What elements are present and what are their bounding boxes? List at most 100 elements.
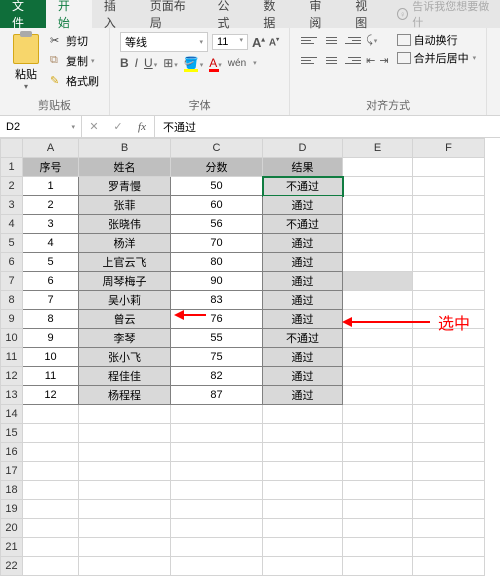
cell[interactable] xyxy=(263,538,343,557)
cell[interactable] xyxy=(263,462,343,481)
row-header-18[interactable]: 18 xyxy=(1,481,23,500)
row-header-8[interactable]: 8 xyxy=(1,291,23,310)
cell[interactable] xyxy=(79,519,171,538)
col-header-D[interactable]: D xyxy=(263,139,343,158)
cell[interactable]: 90 xyxy=(171,272,263,291)
cell[interactable] xyxy=(343,329,413,348)
tab-file[interactable]: 文件 xyxy=(0,0,46,28)
cell[interactable] xyxy=(79,538,171,557)
cell[interactable]: 通过 xyxy=(263,310,343,329)
wrap-text-button[interactable]: 自动换行 xyxy=(397,32,477,48)
row-header-3[interactable]: 3 xyxy=(1,196,23,215)
cell[interactable] xyxy=(263,443,343,462)
row-header-15[interactable]: 15 xyxy=(1,424,23,443)
cell[interactable] xyxy=(343,424,413,443)
cell[interactable]: 结果 xyxy=(263,158,343,177)
row-header-10[interactable]: 10 xyxy=(1,329,23,348)
row-header-9[interactable]: 9 xyxy=(1,310,23,329)
row-header-1[interactable]: 1 xyxy=(1,158,23,177)
tell-me[interactable]: ♀ 告诉我您想要做什 xyxy=(389,0,500,28)
cell[interactable] xyxy=(79,462,171,481)
font-color-button[interactable]: A▾ xyxy=(209,56,222,70)
cell[interactable] xyxy=(171,481,263,500)
cell[interactable]: 80 xyxy=(171,253,263,272)
name-box[interactable]: D2 ▾ xyxy=(0,116,82,137)
cell[interactable]: 12 xyxy=(23,386,79,405)
cell[interactable] xyxy=(343,481,413,500)
cell[interactable]: 不通过 xyxy=(263,177,343,196)
row-header-14[interactable]: 14 xyxy=(1,405,23,424)
align-middle-button[interactable] xyxy=(322,32,340,48)
cell[interactable]: 姓名 xyxy=(79,158,171,177)
cell[interactable] xyxy=(343,462,413,481)
cell[interactable]: 通过 xyxy=(263,386,343,405)
cell[interactable]: 87 xyxy=(171,386,263,405)
cell[interactable]: 7 xyxy=(23,291,79,310)
cell[interactable]: 通过 xyxy=(263,234,343,253)
cell[interactable]: 程佳佳 xyxy=(79,367,171,386)
cell[interactable]: 通过 xyxy=(263,367,343,386)
formula-input[interactable]: 不通过 xyxy=(155,116,500,137)
cell[interactable] xyxy=(23,500,79,519)
cell[interactable]: 11 xyxy=(23,367,79,386)
format-painter-button[interactable]: ✎ 格式刷 xyxy=(48,72,101,90)
font-size-select[interactable]: 11 ▾ xyxy=(212,34,248,50)
tab-home[interactable]: 开始 xyxy=(46,0,92,28)
cell[interactable]: 55 xyxy=(171,329,263,348)
select-all-corner[interactable] xyxy=(1,139,23,158)
col-header-C[interactable]: C xyxy=(171,139,263,158)
cancel-button[interactable]: ✕ xyxy=(82,116,106,137)
cell[interactable]: 序号 xyxy=(23,158,79,177)
cell[interactable]: 通过 xyxy=(263,272,343,291)
cell[interactable] xyxy=(413,291,485,310)
cell[interactable] xyxy=(263,500,343,519)
cell[interactable] xyxy=(413,500,485,519)
cell[interactable]: 张菲 xyxy=(79,196,171,215)
cell[interactable] xyxy=(413,158,485,177)
cell[interactable]: 罗青慢 xyxy=(79,177,171,196)
fx-button[interactable]: fx xyxy=(130,116,154,137)
row-header-11[interactable]: 11 xyxy=(1,348,23,367)
cell[interactable]: 杨程程 xyxy=(79,386,171,405)
cell[interactable]: 通过 xyxy=(263,348,343,367)
indent-decrease-button[interactable]: ⇤ xyxy=(366,54,375,67)
cell[interactable] xyxy=(413,405,485,424)
cell[interactable] xyxy=(23,538,79,557)
cell[interactable]: 4 xyxy=(23,234,79,253)
row-header-6[interactable]: 6 xyxy=(1,253,23,272)
cell[interactable] xyxy=(413,196,485,215)
cell[interactable] xyxy=(343,215,413,234)
italic-button[interactable]: I xyxy=(135,56,138,70)
cell[interactable] xyxy=(79,405,171,424)
row-header-12[interactable]: 12 xyxy=(1,367,23,386)
cell[interactable]: 8 xyxy=(23,310,79,329)
merge-center-button[interactable]: 合并后居中 ▾ xyxy=(397,50,477,66)
cell[interactable] xyxy=(23,405,79,424)
cell[interactable]: 3 xyxy=(23,215,79,234)
cell[interactable]: 60 xyxy=(171,196,263,215)
cell[interactable] xyxy=(171,538,263,557)
tab-layout[interactable]: 页面布局 xyxy=(138,0,206,28)
cell[interactable] xyxy=(263,519,343,538)
cell[interactable] xyxy=(413,253,485,272)
cell[interactable] xyxy=(79,424,171,443)
cell[interactable] xyxy=(413,329,485,348)
indent-increase-button[interactable]: ⇥ xyxy=(379,54,388,67)
cell[interactable] xyxy=(413,367,485,386)
cell[interactable] xyxy=(413,519,485,538)
cell[interactable] xyxy=(171,462,263,481)
cell[interactable]: 6 xyxy=(23,272,79,291)
cell[interactable] xyxy=(343,310,413,329)
tab-insert[interactable]: 插入 xyxy=(92,0,138,28)
cell[interactable] xyxy=(23,424,79,443)
cell[interactable] xyxy=(171,424,263,443)
cell[interactable] xyxy=(413,443,485,462)
enter-button[interactable]: ✓ xyxy=(106,116,130,137)
tab-review[interactable]: 审阅 xyxy=(297,0,343,28)
paste-button[interactable]: 粘贴 ▾ xyxy=(8,32,44,95)
cell[interactable] xyxy=(343,272,413,291)
row-header-20[interactable]: 20 xyxy=(1,519,23,538)
cell[interactable] xyxy=(263,481,343,500)
cell[interactable] xyxy=(413,424,485,443)
decrease-font-button[interactable]: A▾ xyxy=(269,36,279,48)
